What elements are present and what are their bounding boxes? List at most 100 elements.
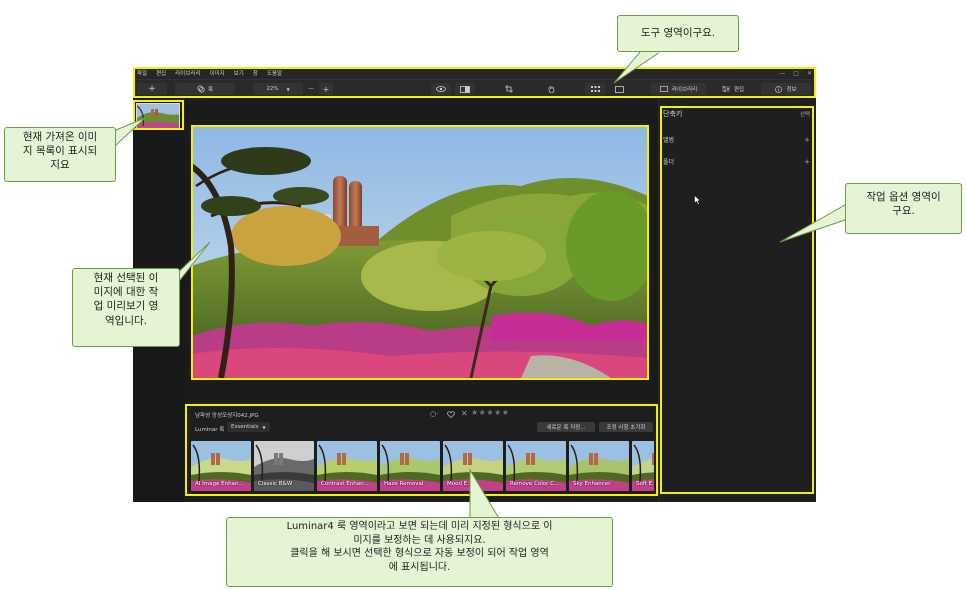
add-image-button[interactable]: + — [137, 83, 167, 95]
callout-looks-text: Luminar4 룩 영역이라고 보면 되는데 미리 지정된 형식으로 이 미지… — [286, 521, 553, 573]
callout-looks: Luminar4 룩 영역이라고 보면 되는데 미리 지정된 형식으로 이 미지… — [226, 517, 613, 587]
look-tile[interactable]: Soft E... — [632, 441, 654, 491]
eye-icon — [436, 86, 446, 92]
look-tile-label: Contrast Enhan... — [321, 481, 369, 487]
shortcuts-label: 단축키 — [663, 110, 683, 118]
file-name: 남파성 앙성모성지042.JPG — [195, 413, 259, 419]
save-new-look-button[interactable]: 새로운 룩 저장... — [537, 422, 595, 432]
star-rating[interactable]: ★★★★★ — [471, 408, 509, 417]
menu-file[interactable]: 파일 — [137, 69, 147, 77]
menu-library[interactable]: 라이브러리 — [175, 69, 200, 77]
heart-icon[interactable] — [447, 411, 455, 418]
menu-view[interactable]: 보기 — [234, 69, 244, 77]
edit-label: 편집 — [733, 87, 745, 93]
reject-icon[interactable]: ✕ — [461, 409, 468, 418]
window-controls: — □ ✕ — [779, 67, 812, 79]
add-icon: + — [148, 84, 156, 94]
zoom-select[interactable]: 22% ▼ — [253, 83, 303, 95]
toolbar: + 룩 22% ▼ — + 라이브러리 편집 정보 — [133, 79, 816, 97]
callout-preview-text: 현재 선택된 이 미지에 대한 작 업 미리보기 영 역입니다. — [93, 272, 159, 327]
info-icon — [775, 85, 783, 93]
looks-panel: 남파성 앙성모성지042.JPG ○· ✕ ★★★★★ Luminar 룩 Es… — [185, 402, 692, 502]
luminar-looks-label: Luminar 룩 — [195, 427, 225, 433]
album-row[interactable]: 앨범 + — [663, 135, 810, 145]
folder-row[interactable]: 폴더 + — [663, 157, 810, 167]
look-tile[interactable]: Contrast Enhan... — [317, 441, 377, 491]
photo-image — [191, 126, 648, 378]
folder-label: 폴더 — [663, 159, 675, 166]
sliders-icon — [721, 86, 730, 92]
look-tile[interactable]: Sky Enhancer — [569, 441, 629, 491]
album-label: 앨범 — [663, 137, 675, 144]
single-view-button[interactable] — [609, 83, 629, 95]
single-view-icon — [614, 85, 624, 93]
reset-adjustments-label: 조정 사항 초기화 — [606, 425, 646, 431]
zoom-value: 22% — [266, 86, 279, 92]
tab-edit[interactable]: 편집 — [713, 83, 753, 95]
hand-tool-button[interactable] — [541, 83, 561, 95]
tab-info[interactable]: 정보 — [761, 83, 811, 95]
menu-help[interactable]: 도움말 — [267, 69, 282, 77]
info-label: 정보 — [786, 87, 797, 93]
close-button[interactable]: ✕ — [807, 70, 812, 77]
menu-edit[interactable]: 편집 — [156, 69, 166, 77]
look-tile[interactable]: Classic B&W — [254, 441, 314, 491]
mouse-cursor-icon — [694, 195, 701, 205]
look-tile-label: Remove Color C... — [510, 481, 560, 487]
grid-view-button[interactable] — [585, 83, 605, 95]
compare-icon — [460, 85, 470, 93]
callout-preview: 현재 선택된 이 미지에 대한 작 업 미리보기 영 역입니다. — [72, 268, 180, 347]
shortcuts-row: 단축키 선택 — [663, 109, 810, 119]
menubar: 파일 편집 라이브러리 이미지 보기 창 도움말 — □ ✕ — [133, 67, 816, 79]
thumbnail-image — [137, 104, 179, 128]
color-label-dot[interactable]: ○· — [430, 410, 438, 418]
select-link[interactable]: 선택 — [800, 110, 810, 118]
looks-icon — [197, 85, 205, 93]
look-tile-label: Soft E... — [636, 481, 654, 487]
reset-adjustments-button[interactable]: 조정 사항 초기화 — [599, 422, 653, 432]
looks-label: 룩 — [207, 87, 214, 93]
zoom-out-label: — — [308, 86, 314, 92]
crop-button[interactable] — [499, 83, 519, 95]
look-tile[interactable]: Haze Removal — [380, 441, 440, 491]
look-tile-label: Sky Enhancer — [573, 481, 611, 487]
callout-tools-text: 도구 영역이구요. — [640, 27, 716, 39]
looks-category-value: Essentials — [231, 424, 259, 430]
image-thumbnail[interactable] — [136, 103, 180, 129]
look-tile[interactable]: Remove Color C... — [506, 441, 566, 491]
looks-toggle-button[interactable]: 룩 — [175, 83, 235, 95]
save-new-look-label: 새로운 룩 저장... — [546, 425, 586, 431]
maximize-button[interactable]: □ — [793, 70, 799, 77]
menu-image[interactable]: 이미지 — [210, 69, 225, 77]
crop-icon — [505, 85, 513, 93]
menu-window[interactable]: 창 — [253, 69, 258, 77]
zoom-in-button[interactable]: + — [319, 83, 333, 95]
grid-icon — [590, 86, 600, 92]
eye-preview-button[interactable] — [431, 83, 451, 95]
tab-library[interactable]: 라이브러리 — [651, 83, 706, 95]
zoom-in-label: + — [322, 84, 330, 94]
callout-filmstrip-text: 현재 가져온 이미 지 목록이 표시되 지요 — [22, 131, 98, 172]
main-photo-preview[interactable] — [191, 126, 648, 378]
look-tile[interactable]: Mood E... — [443, 441, 503, 491]
callout-options: 작업 옵션 영역이 구요. — [845, 183, 962, 234]
look-tile-label: Classic B&W — [258, 481, 293, 487]
chevron-down-icon: ▼ — [286, 86, 290, 92]
compare-button[interactable] — [455, 83, 475, 95]
add-album-icon[interactable]: + — [804, 136, 810, 144]
library-label: 라이브러리 — [671, 87, 698, 93]
look-tile-label: Haze Removal — [384, 481, 424, 487]
minimize-button[interactable]: — — [779, 70, 785, 77]
look-tile-label: Mood E... — [447, 481, 473, 487]
luminar-window: 파일 편집 라이브러리 이미지 보기 창 도움말 — □ ✕ + 룩 22% ▼… — [133, 67, 816, 502]
callout-filmstrip: 현재 가져온 이미 지 목록이 표시되 지요 — [4, 127, 116, 182]
right-options-panel: 단축키 선택 앨범 + 폴더 + — [658, 97, 816, 502]
look-tile-label: AI Image Enhan... — [195, 481, 244, 487]
chevron-down-icon: ▼ — [262, 424, 266, 430]
look-tile[interactable]: AI Image Enhan... — [191, 441, 251, 491]
hand-icon — [548, 86, 554, 93]
add-folder-icon[interactable]: + — [804, 158, 810, 166]
looks-category-select[interactable]: Essentials ▼ — [227, 422, 270, 432]
zoom-out-button[interactable]: — — [306, 83, 316, 95]
callout-tools: 도구 영역이구요. — [617, 15, 739, 52]
